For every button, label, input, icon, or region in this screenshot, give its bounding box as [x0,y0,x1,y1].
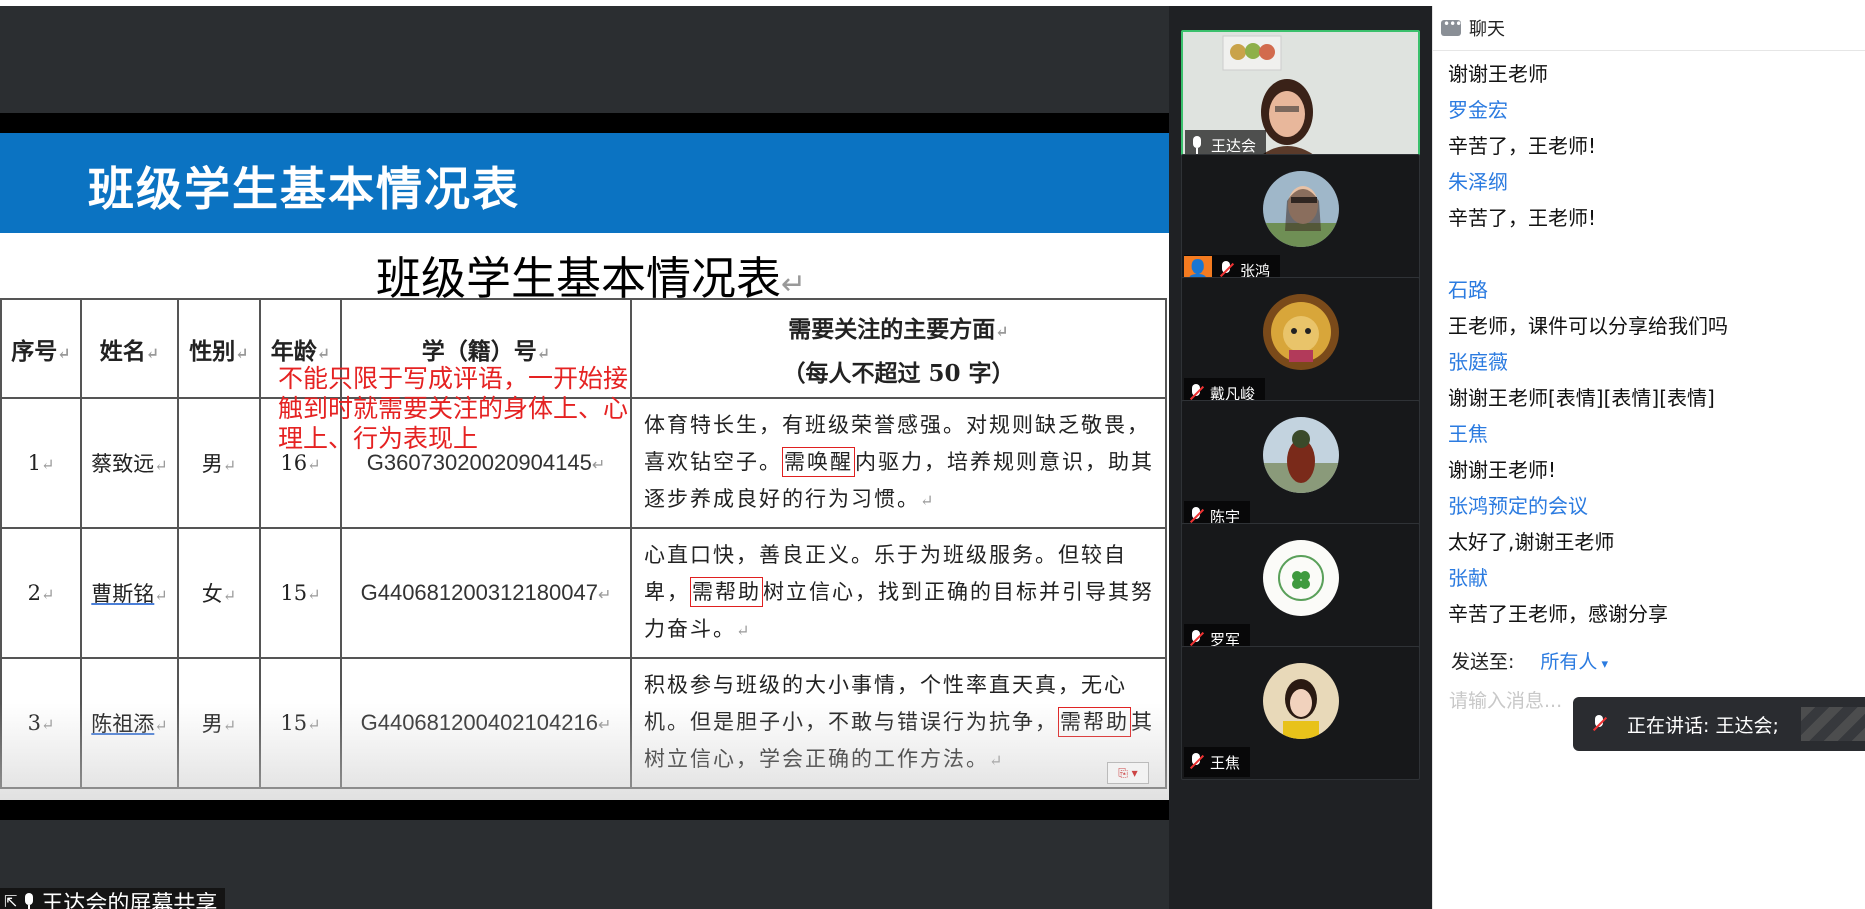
screen-share-label-text: 王达会的屏幕共享 [41,891,218,909]
col-header-focus-sub: （每人不超过 50 字） [782,359,1015,387]
col-header-gender: 性别↵ [177,298,261,399]
speaking-indicator: 正在讲话: 王达会; [1573,697,1865,751]
chat-message: 谢谢王老师[表情][表情][表情] [1448,386,1715,410]
cell-no: 2↵ [0,527,82,659]
screen-share-area: 班级学生基本情况表 班级学生基本情况表↵ 序号↵ 姓名↵ 性别↵ 年龄↵ 学（籍… [0,6,1169,909]
cell-no: 3↵ [0,657,82,789]
avatar [1262,171,1339,247]
slide-header-title: 班级学生基本情况表 [88,162,520,216]
video-tile-dai-fanjun[interactable]: 戴凡峻 [1181,277,1420,411]
col-header-no: 序号↵ [0,298,82,399]
chat-message: 王老师，课件可以分享给我们吗 [1448,314,1728,338]
chat-title: 聊天 [1469,19,1505,40]
table-row: 3↵ 陈祖添↵ 男↵ 15↵ G440681200402104216↵ 积极参与… [0,657,1167,789]
participant-video-list[interactable]: 王达会 👤 张鸿 戴凡峻 陈宇 罗军 王焦 [1169,6,1432,909]
participant-name: 王达会 [1211,136,1257,155]
chat-panel: 聊天 谢谢王老师 罗金宏 辛苦了，王老师! 朱泽纲 辛苦了，王老师! 石路 王老… [1432,6,1865,909]
red-annotation-text: 不能只限于写成评语，一开始接触到时就需要关注的身体上、心理上、行为表现上 [278,364,629,453]
cell-no: 1↵ [0,397,82,529]
chat-message: 辛苦了，王老师! [1448,134,1597,158]
avatar [1262,417,1339,493]
cell-gender: 男↵ [177,397,261,529]
slide-canvas: 班级学生基本情况表 班级学生基本情况表↵ 序号↵ 姓名↵ 性别↵ 年龄↵ 学（籍… [0,133,1169,800]
participant-name-tag: 王焦 [1184,747,1251,777]
cell-focus: 积极参与班级的大小事情，个性率直天真，无心机。但是胆子小，不敢与错误行为抗争，需… [630,657,1167,789]
chat-header: 聊天 [1433,6,1865,51]
chat-message: 太好了,谢谢王老师 [1448,530,1615,554]
chat-message: 辛苦了王老师，感谢分享 [1448,602,1668,626]
chat-sender-name[interactable]: 张献 [1448,560,1858,596]
video-tile-wang-jiao[interactable]: 王焦 [1181,646,1420,780]
send-to-row: 发送至: 所有人 [1451,647,1608,674]
microphone-on-icon [1189,136,1205,154]
highlight-box: 需唤醒 [782,447,855,477]
chat-sender-name[interactable]: 张鸿预定的会议 [1448,488,1858,524]
microphone-muted-icon [1591,715,1607,733]
microphone-icon [21,892,37,909]
chat-message: 辛苦了，王老师! [1448,206,1597,230]
return-mark: ↵ [781,267,807,302]
cell-student-id: G440681200402104216↵ [340,657,632,789]
send-to-dropdown[interactable]: 所有人 [1540,647,1608,674]
cell-student-id: G440681200312180047↵ [340,527,632,659]
video-tile-chen-yu[interactable]: 陈宇 [1181,400,1420,534]
highlight-box: 需帮助 [1058,707,1131,737]
video-tile-luo-jun[interactable]: 罗军 [1181,523,1420,657]
share-screen-icon: ⇱ [4,892,18,909]
avatar [1262,540,1339,616]
chat-sender-name[interactable]: 朱泽纲 [1448,164,1858,200]
chat-sender-name[interactable]: 罗金宏 [1448,92,1858,128]
cell-gender: 女↵ [177,527,261,659]
video-tile-zhang-hong[interactable]: 👤 张鸿 [1181,154,1420,288]
chat-spacer [1448,236,1858,272]
participant-name: 王焦 [1210,753,1241,772]
col-header-focus: 需要关注的主要方面↵ （每人不超过 50 字） [630,298,1167,399]
cell-gender: 男↵ [177,657,261,789]
chat-message: 谢谢王老师 [1448,62,1548,86]
speaking-text: 正在讲话: 王达会; [1627,714,1779,737]
col-header-name: 姓名↵ [80,298,179,399]
video-tile-wang-dahui[interactable]: 王达会 [1181,30,1420,164]
avatar [1262,294,1339,370]
avatar [1262,663,1339,739]
cell-name: 曹斯铭↵ [80,527,179,659]
presentation-slide: 班级学生基本情况表 班级学生基本情况表↵ 序号↵ 姓名↵ 性别↵ 年龄↵ 学（籍… [0,113,1169,820]
table-row: 2↵ 曹斯铭↵ 女↵ 15↵ G440681200312180047↵ 心直口快… [0,527,1167,659]
microphone-muted-icon [1188,753,1204,771]
highlight-box: 需帮助 [690,577,763,607]
cell-name: 蔡致远↵ [80,397,179,529]
speaking-decoration [1801,707,1865,741]
chat-sender-name[interactable]: 石路 [1448,272,1858,308]
chat-sender-name[interactable]: 张庭薇 [1448,344,1858,380]
paste-options-icon[interactable]: ⎘ ▾ [1107,762,1149,784]
cell-name: 陈祖添↵ [80,657,179,789]
cell-age: 15↵ [259,527,342,659]
chat-message-list[interactable]: 谢谢王老师 罗金宏 辛苦了，王老师! 朱泽纲 辛苦了，王老师! 石路 王老师，课… [1448,56,1858,632]
slide-header-bar: 班级学生基本情况表 [0,133,1169,233]
send-to-label: 发送至: [1451,651,1515,673]
chat-message: 谢谢王老师! [1448,458,1557,482]
cell-age: 15↵ [259,657,342,789]
screen-share-label: ⇱ 王达会的屏幕共享 [0,888,226,909]
chat-bubble-icon [1441,17,1461,36]
cell-focus: 心直口快，善良正义。乐于为班级服务。但较自卑，需帮助树立信心，找到正确的目标并引… [630,527,1167,659]
cell-focus: 体育特长生，有班级荣誉感强。对规则缺乏敬畏，喜欢钻空子。需唤醒内驱力，培养规则意… [630,397,1167,529]
chat-sender-name[interactable]: 王焦 [1448,416,1858,452]
